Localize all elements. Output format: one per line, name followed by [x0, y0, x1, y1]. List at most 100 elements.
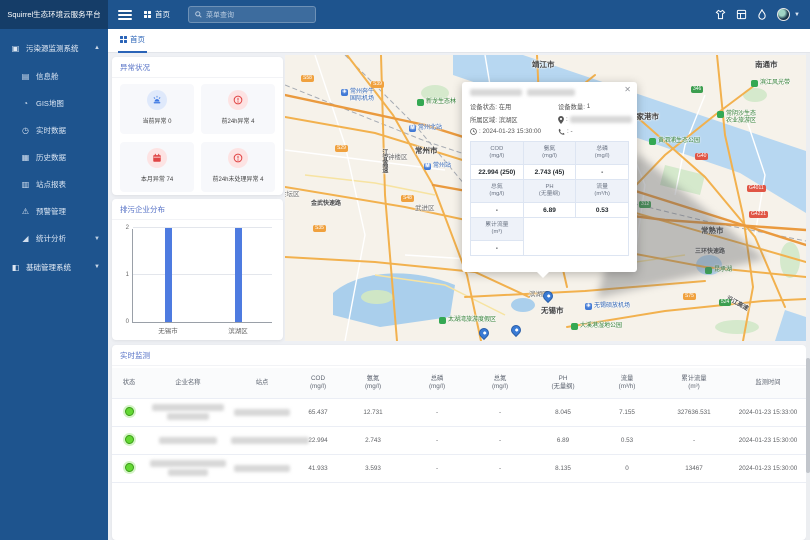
popup-metric-header: PH(无量纲): [524, 180, 577, 203]
value-cell: -: [658, 426, 730, 454]
map-label-green: 黄泗浦生态公园: [649, 138, 700, 145]
monitor-card-title: 实时监测: [112, 345, 806, 366]
value-cell: 0: [596, 454, 658, 482]
layout-size-icon[interactable]: [736, 9, 747, 20]
breadcrumb-home[interactable]: 首页: [144, 9, 170, 20]
tab-home-icon: [120, 36, 127, 43]
top-bar: Squirrel生态环境云服务平台 首页 菜单查询 ▼: [0, 0, 810, 29]
status-cell: [112, 454, 146, 482]
flame-icon[interactable]: [757, 9, 767, 20]
sidebar-item-GIS地图[interactable]: ◔GIS地图: [0, 90, 108, 117]
monitor-column-header: 氨氮(mg/l): [342, 368, 404, 398]
sidebar-item-label: 统计分析: [36, 233, 66, 244]
tab-home-label: 首页: [130, 34, 145, 45]
popup-metric-header: 总氮(mg/l): [471, 180, 524, 203]
alert-management-icon: ⚠: [20, 207, 31, 216]
popup-metric-blank: [524, 218, 629, 256]
sidebar-item-历史数据[interactable]: ▦历史数据: [0, 144, 108, 171]
map-label-green: 太湖湾旅游度假区: [439, 317, 496, 324]
road-number-chip: S75: [683, 293, 696, 300]
sidebar-group-污染源监测系统[interactable]: ▣污染源监测系统▲: [0, 33, 108, 63]
sidebar-item-实时数据[interactable]: ◷实时数据: [0, 117, 108, 144]
siren-icon: [147, 90, 167, 110]
station-name-redacted: [231, 437, 309, 444]
sidebar-item-label: 信息舱: [36, 71, 59, 82]
company-name-redacted: [159, 437, 217, 444]
search-placeholder: 菜单查询: [206, 10, 234, 20]
company-name-redacted: [167, 413, 209, 420]
tab-home[interactable]: 首页: [118, 29, 147, 53]
poi-label-text: 新龙生态林: [426, 99, 456, 106]
map-label-road: 三环快速路: [695, 249, 725, 256]
station-name-cell: [230, 426, 294, 454]
abnormal-cards-grid: 当前异常 0 前24h异常 4 本月异常 74前24h未处理异常 4: [120, 84, 275, 192]
page-scrollbar[interactable]: [806, 53, 810, 540]
company-name-cell: [146, 426, 230, 454]
gis-map-icon: ◔: [20, 99, 31, 108]
sidebar-item-预警管理[interactable]: ⚠ 预警管理: [0, 198, 108, 225]
monitor-table-body: 65.43712.731--8.0457.155327636.5312024-0…: [112, 398, 806, 482]
map-label-green: 昆承湖: [705, 267, 732, 274]
theme-skin-icon[interactable]: [715, 9, 726, 20]
menu-search-input[interactable]: 菜单查询: [188, 6, 316, 23]
map-label-blue-plane: ✈无锡硕放机场: [585, 303, 630, 310]
sidebar-item-统计分析[interactable]: ◢统计分析▼: [0, 225, 108, 252]
user-avatar[interactable]: [777, 8, 790, 21]
abnormal-stat-label: 前24h异常 4: [201, 116, 275, 125]
app-root: Squirrel生态环境云服务平台 首页 菜单查询 ▼ ▣污染源监测系统▲▤信息…: [0, 0, 810, 540]
poi-label-text: 大溪港湿地公园: [580, 323, 622, 330]
sidebar-menu: ▣污染源监测系统▲▤信息舱◔GIS地图◷实时数据▦历史数据▥站点报表⚠预警管理◢…: [0, 33, 108, 282]
value-cell: 2024-01-23 15:30:00: [730, 426, 806, 454]
popup-metric-value: -: [471, 203, 524, 218]
table-row[interactable]: 41.9333.593--8.1350134672024-01-23 15:30…: [112, 454, 806, 482]
calendar-icon: [147, 148, 167, 168]
sidebar-item-信息舱[interactable]: ▤信息舱: [0, 63, 108, 90]
road-number-chip: S39: [371, 81, 384, 88]
station-popup: ✕ 设备状态: 在用 设备数量: 1 所属区域: 滨湖区 : : 2024-01…: [462, 82, 637, 272]
monitor-column-header: 状态: [112, 368, 146, 398]
status-cell: [112, 426, 146, 454]
poi-label-text: 太湖湾旅游度假区: [448, 317, 496, 324]
page-scrollbar-thumb[interactable]: [806, 358, 810, 473]
abnormal-stat-card[interactable]: 前24h异常 4: [201, 84, 275, 134]
poi-label-text: 昆承湖: [714, 267, 732, 274]
map-label-city: 靖江市: [532, 61, 555, 70]
phone-icon: [558, 128, 565, 135]
company-name-redacted: [168, 469, 208, 476]
chart-bar: [235, 228, 242, 322]
map-marker-pin[interactable]: [509, 323, 523, 337]
abnormal-stat-card[interactable]: 本月异常 74: [120, 142, 194, 192]
value-cell: 3.593: [342, 454, 404, 482]
chevron-down-icon: ▼: [94, 264, 100, 270]
sidebar-item-站点报表[interactable]: ▥站点报表: [0, 171, 108, 198]
poi-label-text: 常州奔牛 国际机场: [350, 89, 374, 103]
map-label-city: 常熟市: [701, 227, 724, 236]
table-row[interactable]: 65.43712.731--8.0457.155327636.5312024-0…: [112, 398, 806, 426]
device-count-value: 1: [587, 103, 591, 110]
gis-map[interactable]: 靖江市南通市张家港市常州市常熟市无锡市钟楼区武进区滨湖区金坛区金武快速路三环快速…: [285, 55, 806, 341]
close-icon[interactable]: ✕: [624, 86, 631, 94]
company-name-cell: [146, 398, 230, 426]
map-label-green: 滨江风光带: [751, 80, 790, 87]
value-cell: 0.53: [596, 426, 658, 454]
sidebar-toggle-icon[interactable]: [118, 10, 132, 20]
user-menu-chevron-icon[interactable]: ▼: [794, 12, 800, 18]
chevron-down-icon: ▼: [94, 236, 100, 242]
road-number-chip: 312: [639, 201, 651, 208]
poi-label-text: 常州北站: [418, 125, 442, 132]
station-report-icon: ▥: [20, 180, 31, 189]
table-row[interactable]: 22.9942.743--6.890.53-2024-01-23 15:30:0…: [112, 426, 806, 454]
popup-metric-value: 2.743 (45): [524, 165, 577, 180]
station-poi-icon: M: [409, 125, 416, 132]
monitor-column-header: PH(无量纲): [530, 368, 596, 398]
abnormal-stat-card[interactable]: 前24h未处理异常 4: [201, 142, 275, 192]
poi-label-text: 常阴沙生态 农业旅游区: [726, 111, 756, 125]
park-poi-icon: [649, 138, 656, 145]
popup-metric-header: 总磷(mg/l): [576, 142, 629, 165]
sidebar-group-基础管理系统[interactable]: ◧基础管理系统▼: [0, 252, 108, 282]
history-data-icon: ▦: [20, 153, 31, 162]
sidebar-item-label: 预警管理: [36, 206, 66, 217]
abnormal-stat-card[interactable]: 当前异常 0: [120, 84, 194, 134]
map-label-blue-train: M常州站: [424, 163, 451, 170]
map-marker-pin[interactable]: [477, 326, 491, 340]
